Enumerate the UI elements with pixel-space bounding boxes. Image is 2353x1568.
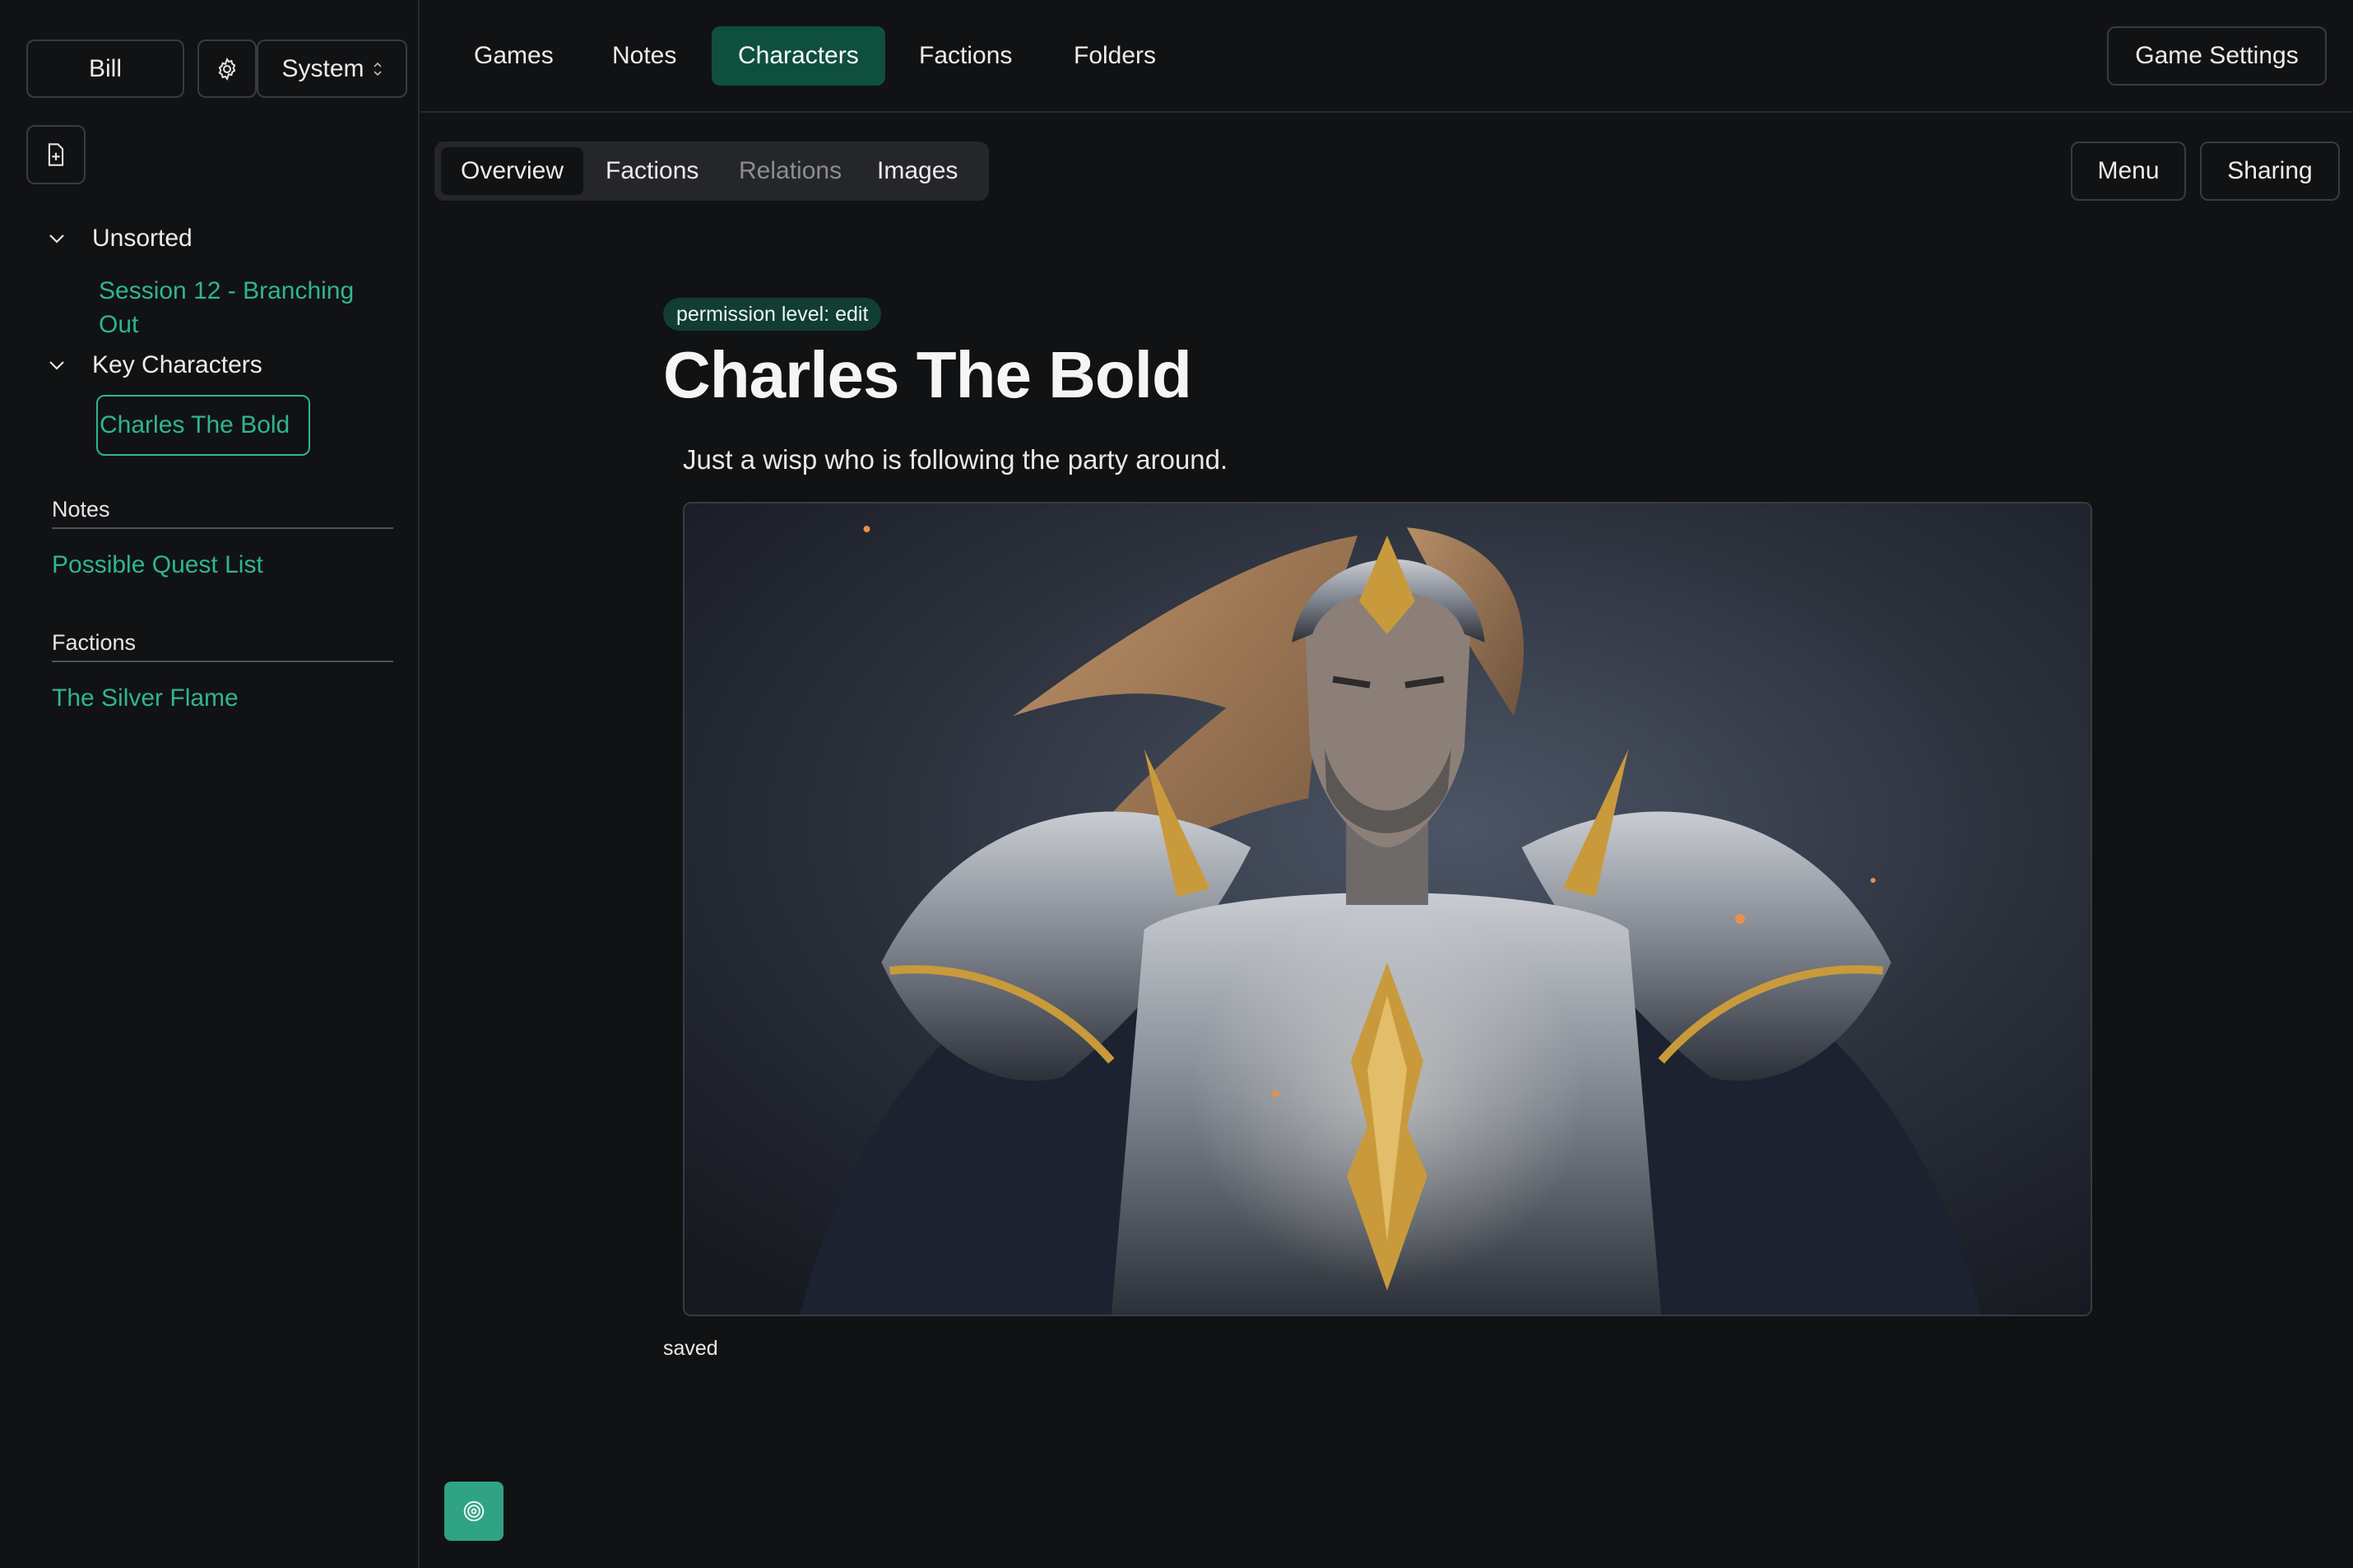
knight-portrait-illustration [685,503,2091,1315]
tab-characters[interactable]: Characters [712,26,885,86]
menu-button[interactable]: Menu [2071,141,2186,201]
factions-section-heading: Factions [52,630,393,662]
character-portrait-image[interactable] [683,502,2092,1316]
tree-group-unsorted[interactable]: Unsorted [43,225,193,253]
tab-notes[interactable]: Notes [586,26,703,86]
tab-factions[interactable]: Factions [893,26,1038,86]
tree-group-label: Key Characters [92,351,262,378]
floating-action-button[interactable] [444,1482,504,1541]
sharing-button[interactable]: Sharing [2200,141,2340,201]
app-window: Bill System Unsorted Session 12 - Branch… [0,0,2353,1568]
subtab-factions[interactable]: Factions [586,147,718,195]
subtab-overview[interactable]: Overview [441,147,584,195]
permission-badge: permission level: edit [663,298,882,331]
chevron-up-down-icon [373,61,383,77]
chevron-down-icon[interactable] [43,225,71,253]
theme-select[interactable]: System [257,39,407,98]
tab-games[interactable]: Games [448,26,580,86]
file-plus-icon [48,143,64,166]
chevron-down-icon[interactable] [43,351,71,379]
game-settings-button[interactable]: Game Settings [2107,26,2327,86]
subtab-relations[interactable]: Relations [719,147,861,195]
faction-link-the-silver-flame[interactable]: The Silver Flame [52,684,239,712]
save-status: saved [663,1337,718,1360]
tree-item-charles-the-bold[interactable]: Charles The Bold [96,395,310,456]
subtab-images[interactable]: Images [857,147,977,195]
notes-section-heading: Notes [52,497,393,529]
new-document-button[interactable] [26,125,86,184]
note-link-possible-quest-list[interactable]: Possible Quest List [52,551,263,579]
target-icon [463,1501,485,1522]
tab-folders[interactable]: Folders [1047,26,1182,86]
sidebar: Bill System Unsorted Session 12 - Branch… [0,0,420,1568]
settings-button[interactable] [197,39,257,98]
character-description[interactable]: Just a wisp who is following the party a… [683,444,1228,476]
tree-item-session-12[interactable]: Session 12 - Branching Out [99,274,370,341]
user-menu-button[interactable]: Bill [26,39,184,98]
tree-group-label: Unsorted [92,225,193,252]
character-subtabs: Overview Factions Relations Images [434,141,989,201]
gear-icon [218,57,236,81]
page-title[interactable]: Charles The Bold [663,337,1192,413]
theme-select-label: System [281,54,364,82]
tree-group-key-characters[interactable]: Key Characters [43,351,262,379]
